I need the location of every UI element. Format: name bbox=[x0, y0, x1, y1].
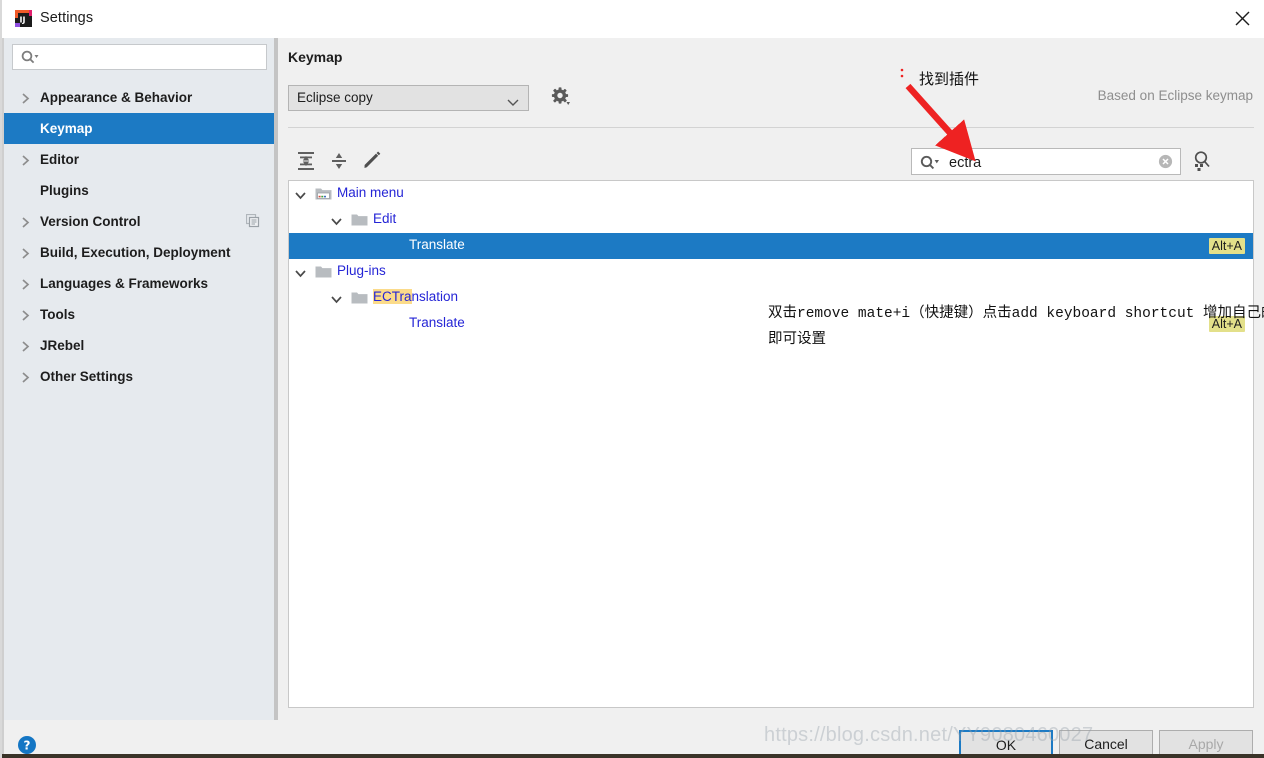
expand-all-icon[interactable] bbox=[295, 150, 321, 176]
sidebar-item-keymap[interactable]: Keymap bbox=[4, 113, 274, 144]
chevron-down-icon[interactable] bbox=[331, 293, 342, 304]
tree-row[interactable]: Plug-ins bbox=[289, 259, 1253, 285]
page-title: Keymap bbox=[288, 49, 343, 65]
chevron-right-icon[interactable] bbox=[21, 216, 31, 228]
window-title: Settings bbox=[40, 10, 94, 26]
collapse-all-icon[interactable] bbox=[328, 150, 354, 176]
tree-row-label: ECTranslation bbox=[373, 289, 459, 304]
sidebar-search-box[interactable] bbox=[12, 44, 267, 70]
chevron-right-icon[interactable] bbox=[21, 340, 31, 352]
chevron-right-icon[interactable] bbox=[21, 371, 31, 383]
chevron-right-icon[interactable] bbox=[21, 309, 31, 321]
tree-row-label: Main menu bbox=[337, 185, 404, 200]
sidebar-item-plugins[interactable]: Plugins bbox=[4, 175, 274, 206]
help-circle-icon[interactable]: ? bbox=[18, 736, 36, 754]
keymap-search-box[interactable] bbox=[911, 148, 1181, 175]
panel-divider bbox=[288, 127, 1254, 128]
sidebar-item-label: Languages & Frameworks bbox=[40, 276, 209, 291]
sidebar-item-label: Appearance & Behavior bbox=[40, 90, 193, 105]
sidebar-item-other-settings[interactable]: Other Settings bbox=[4, 361, 274, 392]
sidebar-item-version-control[interactable]: Version Control bbox=[4, 206, 274, 237]
chevron-down-icon[interactable] bbox=[295, 189, 306, 200]
copy-icon[interactable] bbox=[245, 213, 260, 231]
sidebar-item-jrebel[interactable]: JRebel bbox=[4, 330, 274, 361]
svg-text:IJ: IJ bbox=[20, 16, 26, 25]
shortcut-badge: Alt+A bbox=[1208, 316, 1245, 332]
sidebar-item-label: Version Control bbox=[40, 214, 141, 229]
sidebar-item-label: Tools bbox=[40, 307, 75, 322]
sidebar-search-input[interactable] bbox=[47, 48, 261, 68]
chevron-right-icon[interactable] bbox=[21, 247, 31, 259]
sidebar-item-label: Keymap bbox=[40, 121, 93, 136]
chevron-down-icon[interactable] bbox=[331, 215, 342, 226]
chevron-down-icon[interactable] bbox=[295, 267, 306, 278]
intellij-idea-icon: IJ bbox=[15, 10, 32, 27]
shortcut-badge: Alt+A bbox=[1208, 238, 1245, 254]
folder-icon bbox=[351, 212, 368, 230]
keymap-search-input[interactable] bbox=[947, 152, 1156, 173]
sidebar-item-label: Build, Execution, Deployment bbox=[40, 245, 231, 260]
edit-pencil-icon[interactable] bbox=[361, 150, 387, 176]
close-icon[interactable] bbox=[1220, 0, 1264, 38]
sidebar-item-editor[interactable]: Editor bbox=[4, 144, 274, 175]
sidebar-item-label: Editor bbox=[40, 152, 79, 167]
sidebar-item-build-execution-deployment[interactable]: Build, Execution, Deployment bbox=[4, 237, 274, 268]
tree-row-label: Translate bbox=[409, 315, 465, 330]
sidebar-nav-list: Appearance & Behavior Keymap Editor Plugins… bbox=[4, 82, 274, 392]
chevron-right-icon[interactable] bbox=[21, 154, 31, 166]
chevron-down-icon bbox=[507, 95, 519, 110]
folder-icon bbox=[351, 290, 368, 308]
tree-row-label: Edit bbox=[373, 211, 397, 226]
chevron-right-icon[interactable] bbox=[21, 278, 31, 290]
keymap-select[interactable]: Eclipse copy bbox=[288, 85, 529, 111]
find-by-shortcut-icon[interactable] bbox=[1190, 149, 1214, 173]
tree-row[interactable]: Edit bbox=[289, 207, 1253, 233]
title-bar: IJ Settings bbox=[2, 0, 1264, 38]
menu-folder-icon bbox=[315, 186, 332, 204]
sidebar-item-tools[interactable]: Tools bbox=[4, 299, 274, 330]
chevron-right-icon[interactable] bbox=[21, 92, 31, 104]
settings-sidebar: Appearance & Behavior Keymap Editor Plugins… bbox=[4, 38, 274, 720]
dialog-footer: ? OK Cancel Apply bbox=[4, 720, 1264, 758]
tree-row[interactable]: Translate Alt+A bbox=[289, 311, 1253, 337]
sidebar-item-label: Other Settings bbox=[40, 369, 134, 384]
sidebar-item-label: Plugins bbox=[40, 183, 89, 198]
clear-circle-icon[interactable] bbox=[1158, 154, 1173, 169]
search-icon bbox=[920, 155, 940, 174]
keymap-select-value: Eclipse copy bbox=[297, 90, 373, 105]
tree-row[interactable]: Main menu bbox=[289, 181, 1253, 207]
tree-row[interactable]: ECTranslation bbox=[289, 285, 1253, 311]
keymap-tree[interactable]: Main menu Edit Translate Alt+A Plug-ins ECTra… bbox=[288, 180, 1254, 708]
sidebar-item-label: JRebel bbox=[40, 338, 85, 353]
svg-text:?: ? bbox=[24, 739, 31, 753]
search-icon bbox=[21, 50, 39, 68]
keymap-panel: Keymap Eclipse copy Based on Eclipse key… bbox=[278, 38, 1264, 720]
based-on-keymap-label: Based on Eclipse keymap bbox=[1097, 88, 1253, 103]
gear-icon[interactable] bbox=[550, 86, 574, 110]
tree-row-label: Plug-ins bbox=[337, 263, 386, 278]
sidebar-item-languages-frameworks[interactable]: Languages & Frameworks bbox=[4, 268, 274, 299]
settings-dialog: IJ Settings Appearance & Behavior Keymap E… bbox=[0, 0, 1264, 758]
tree-row-label: Translate bbox=[409, 237, 465, 252]
tree-row[interactable]: Translate Alt+A bbox=[289, 233, 1253, 259]
window-bottom-edge bbox=[2, 754, 1264, 758]
folder-icon bbox=[315, 264, 332, 282]
sidebar-item-appearance-behavior[interactable]: Appearance & Behavior bbox=[4, 82, 274, 113]
